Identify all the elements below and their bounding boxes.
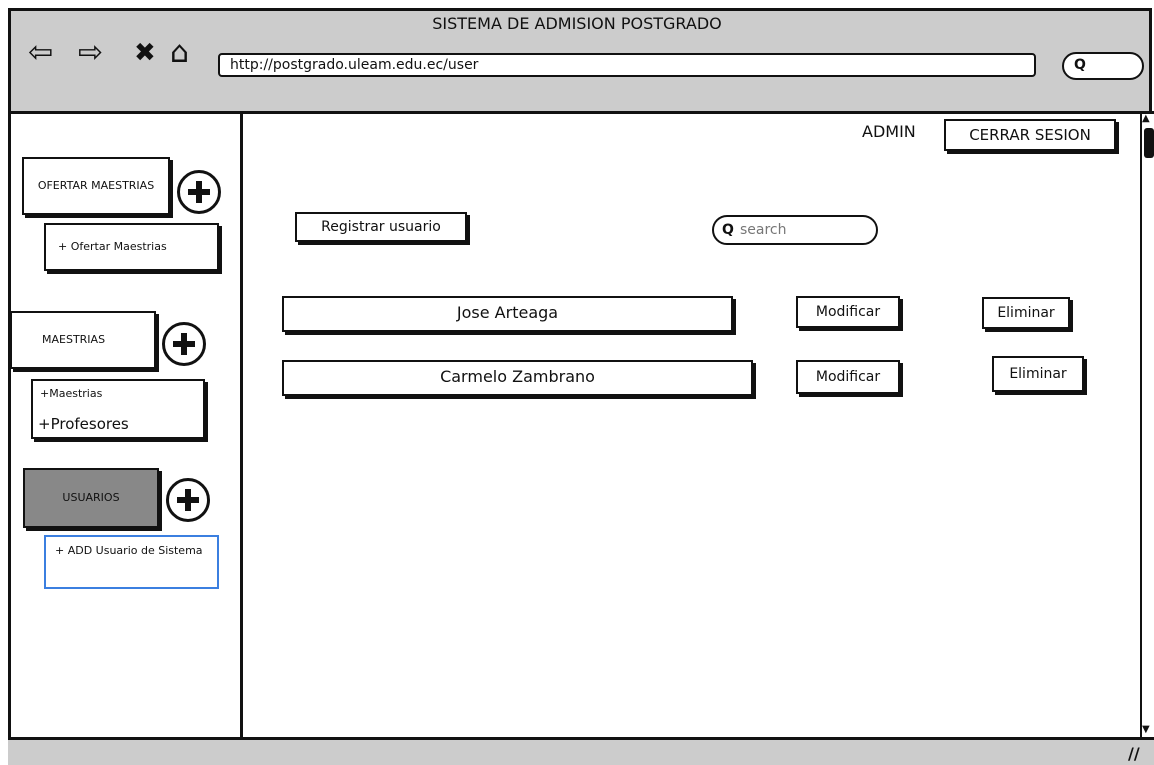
scroll-up-icon[interactable]: ▲ — [1142, 113, 1150, 124]
address-bar[interactable]: http://postgrado.uleam.edu.ec/user — [218, 53, 1036, 77]
sidebar-item-profesores[interactable]: +Profesores — [38, 415, 129, 433]
logout-button[interactable]: CERRAR SESION — [944, 119, 1116, 151]
sidebar-section-ofertar-maestrias[interactable]: OFERTAR MAESTRIAS — [22, 157, 170, 215]
home-icon[interactable]: ⌂ — [170, 38, 189, 68]
sidebar-item-maestrias[interactable]: +Maestrias — [40, 387, 102, 400]
user-row-name[interactable]: Carmelo Zambrano — [282, 360, 753, 396]
register-user-button[interactable]: Registrar usuario — [295, 212, 467, 242]
scrollbar[interactable] — [1140, 111, 1154, 740]
search-input[interactable]: Q search — [712, 215, 878, 245]
user-row-name[interactable]: Jose Arteaga — [282, 296, 733, 332]
scroll-thumb[interactable] — [1144, 128, 1154, 158]
sidebar-section-usuarios[interactable]: USUARIOS — [23, 468, 159, 528]
sidebar-item-add-usuario[interactable]: + ADD Usuario de Sistema — [44, 535, 219, 589]
search-placeholder: search — [740, 222, 787, 238]
resize-grip-icon[interactable]: // — [1128, 744, 1140, 763]
main-panel — [243, 111, 1140, 740]
delete-button[interactable]: Eliminar — [992, 356, 1084, 392]
sidebar-item-label: + ADD Usuario de Sistema — [55, 544, 203, 557]
forward-arrow-icon[interactable]: ⇨ — [78, 38, 103, 68]
search-icon: Q — [722, 222, 734, 238]
modify-button[interactable]: Modificar — [796, 360, 900, 394]
delete-button[interactable]: Eliminar — [982, 297, 1070, 329]
status-bar — [8, 740, 1154, 765]
add-plus-icon[interactable] — [177, 170, 221, 214]
add-plus-icon[interactable] — [162, 322, 206, 366]
search-icon: Q — [1074, 57, 1086, 73]
sidebar-item-ofertar-maestrias[interactable]: + Ofertar Maestrias — [44, 223, 219, 271]
close-icon[interactable]: ✖ — [134, 38, 156, 68]
back-arrow-icon[interactable]: ⇦ — [28, 38, 53, 68]
scroll-down-icon[interactable]: ▼ — [1142, 724, 1150, 735]
window-title: SISTEMA DE ADMISION POSTGRADO — [432, 14, 722, 33]
user-label: ADMIN — [862, 122, 916, 141]
browser-search[interactable]: Q — [1062, 52, 1144, 80]
modify-button[interactable]: Modificar — [796, 296, 900, 328]
sidebar-section-maestrias[interactable]: MAESTRIAS — [10, 311, 156, 369]
add-plus-icon[interactable] — [166, 478, 210, 522]
